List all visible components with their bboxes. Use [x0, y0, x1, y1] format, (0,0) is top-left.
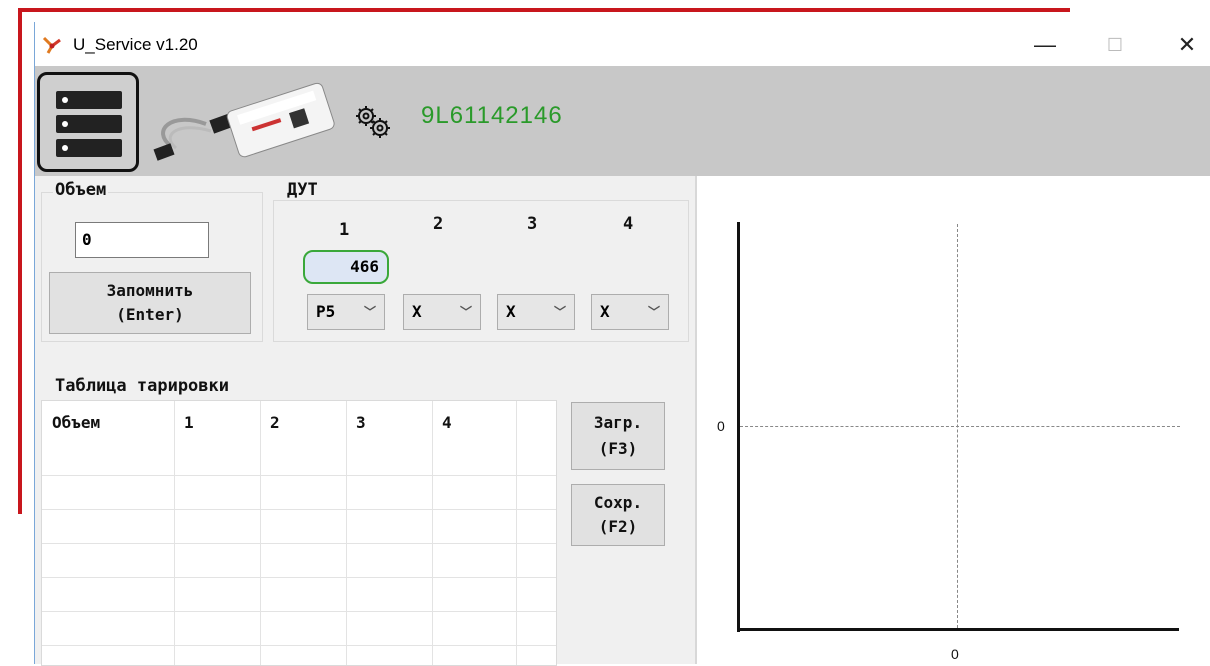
chevron-down-icon: ﹀: [647, 305, 660, 319]
dut-3-select[interactable]: X ﹀: [497, 294, 575, 330]
device-image: [153, 82, 335, 161]
x-axis: [737, 628, 1179, 631]
volume-group-label: Объем: [53, 180, 109, 200]
dut-3-select-value: X: [506, 302, 516, 321]
annotation-line-left: [18, 8, 22, 514]
maximize-button[interactable]: ☐: [1095, 30, 1135, 60]
annotation-line-top: [18, 8, 1070, 12]
app-window: U_Service v1.20 — ☐ ✕ 9L61142146 Объем 0…: [34, 22, 1210, 666]
x-tick-label: 0: [951, 646, 959, 662]
dut-group-label: ДУТ: [285, 180, 320, 200]
toolbar: 9L61142146: [35, 66, 1210, 176]
dut-1-select[interactable]: P5 ﹀: [307, 294, 385, 330]
calibration-group-label: Таблица тарировки: [53, 376, 231, 396]
dut-1-select-value: P5: [316, 302, 336, 321]
chevron-down-icon: ﹀: [363, 305, 376, 319]
calibration-table[interactable]: Объем 1 2 3 4: [41, 400, 557, 666]
dut-column-4: 4: [623, 214, 634, 234]
table-header-1: 1: [184, 413, 194, 432]
chevron-down-icon: ﹀: [459, 305, 472, 319]
table-header-3: 3: [356, 413, 366, 432]
volume-input[interactable]: 0: [75, 222, 209, 258]
server-icon: [56, 115, 122, 133]
save-table-button[interactable]: Сохр. (F2): [571, 484, 665, 546]
y-axis: [737, 222, 740, 632]
left-panel: Объем 0 Запомнить (Enter) ДУТ 1 2 3 4 46…: [35, 176, 697, 666]
close-button[interactable]: ✕: [1167, 30, 1207, 60]
app-icon: [42, 36, 61, 54]
server-icon: [56, 139, 122, 157]
server-icon: [56, 91, 122, 109]
load-button[interactable]: Загр. (F3): [571, 402, 665, 470]
dut-1-value: 466: [303, 250, 389, 284]
title-bar: U_Service v1.20 — ☐ ✕: [35, 22, 1210, 66]
table-header-4: 4: [442, 413, 452, 432]
dut-4-select-value: X: [600, 302, 610, 321]
dut-2-select[interactable]: X ﹀: [403, 294, 481, 330]
calibration-chart: 0 0: [697, 176, 1210, 664]
y-zero-gridline: [740, 426, 1180, 427]
dut-column-2: 2: [433, 214, 444, 234]
dut-column-3: 3: [527, 214, 538, 234]
chevron-down-icon: ﹀: [553, 305, 566, 319]
dut-2-select-value: X: [412, 302, 422, 321]
window-title: U_Service v1.20: [73, 35, 198, 54]
device-serial: 9L61142146: [421, 102, 563, 129]
minimize-button[interactable]: —: [1025, 30, 1065, 60]
dut-column-1: 1: [339, 220, 350, 240]
gears-icon: [356, 106, 390, 138]
table-header-2: 2: [270, 413, 280, 432]
server-button[interactable]: [37, 72, 139, 172]
y-tick-label: 0: [717, 418, 725, 434]
dut-4-select[interactable]: X ﹀: [591, 294, 669, 330]
table-header-volume: Объем: [52, 413, 101, 432]
remember-button[interactable]: Запомнить (Enter): [49, 272, 251, 334]
